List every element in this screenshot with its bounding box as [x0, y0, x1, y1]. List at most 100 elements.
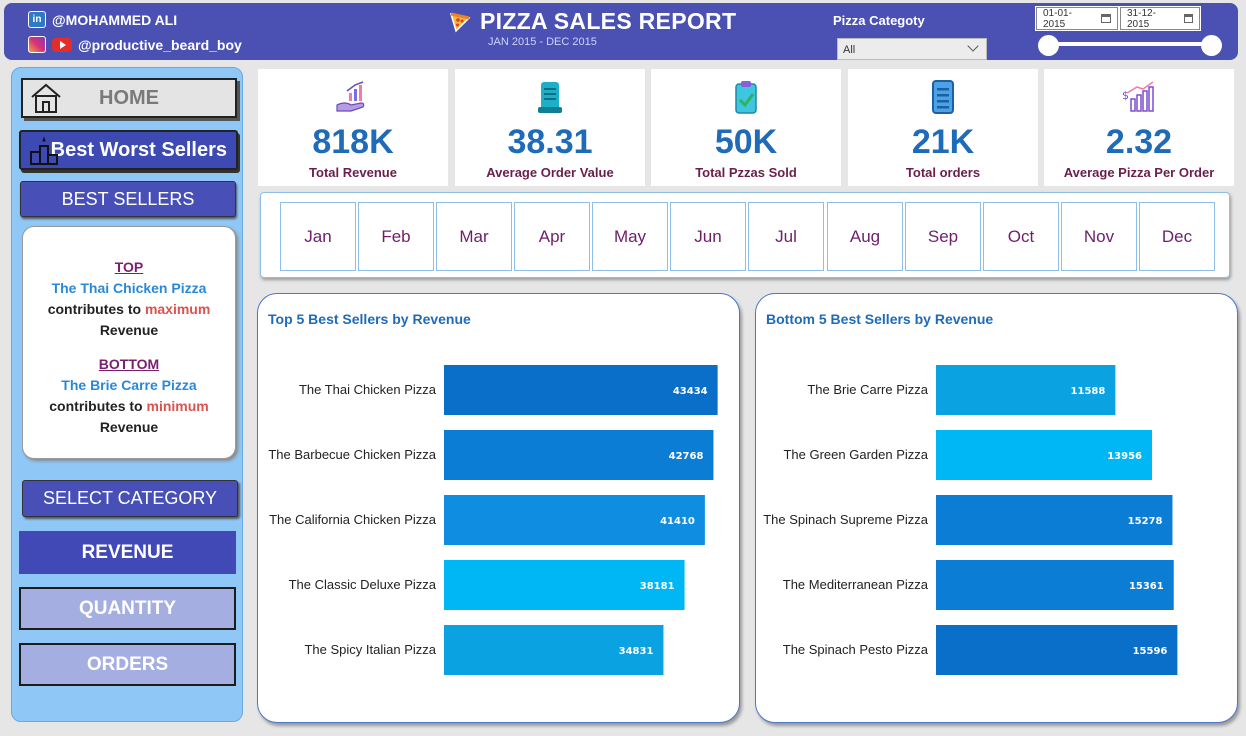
month-slicer: Jan Feb Mar Apr May Jun Jul Aug Sep Oct …	[260, 192, 1230, 278]
month-button-jan[interactable]: Jan	[280, 202, 356, 271]
document-icon	[932, 80, 954, 114]
best-sellers-label: BEST SELLERS	[61, 188, 195, 209]
kpi-card-total-orders: 21K Total orders	[848, 69, 1038, 186]
insight-top-heading: TOP	[114, 259, 144, 275]
kpi-card-average-pizza-per-order: $ 2.32 Average Pizza Per Order	[1044, 69, 1234, 186]
linkedin-handle: @MOHAMMED ALI	[52, 11, 178, 28]
category-label: The Brie Carre Pizza	[807, 382, 928, 397]
data-label: 11588	[1071, 386, 1106, 397]
data-label: 15596	[1133, 646, 1168, 657]
orders-button[interactable]: ORDERS	[19, 643, 236, 686]
kpi-value: 50K	[714, 123, 778, 161]
kpi-card-average-order-value: 38.31 Average Order Value	[455, 69, 645, 186]
data-label: 42768	[669, 451, 704, 462]
month-button-sep[interactable]: Sep	[905, 202, 981, 271]
insight-bottom-heading: BOTTOM	[98, 356, 160, 372]
receipt-icon	[538, 82, 562, 113]
podium-icon	[30, 136, 58, 165]
home-icon	[31, 83, 61, 113]
end-date-value: 31-12-2015	[1127, 7, 1156, 30]
top-sellers-bar-chart: The Thai Chicken Pizza 43434 The Barbecue …	[268, 365, 718, 675]
top-sellers-chart-card: Top 5 Best Sellers by Revenue The Thai C…	[257, 293, 740, 723]
bottom-sellers-chart-card: Bottom 5 Best Sellers by Revenue The Bri…	[755, 293, 1238, 723]
insight-bottom-pizza: The Brie Carre Pizza	[61, 377, 197, 393]
sidebar: HOME Best Worst Sellers BEST SELLERS TOP…	[11, 67, 243, 722]
category-label: The Classic Deluxe Pizza	[289, 577, 437, 592]
svg-text:$: $	[1122, 89, 1129, 102]
date-range-slider-track[interactable]	[1050, 42, 1212, 46]
best-worst-sellers-label: Best Worst Sellers	[50, 138, 227, 161]
calendar-icon[interactable]	[1101, 14, 1111, 23]
kpi-card-total-pizzas-sold: 50K Total Pzzas Sold	[651, 69, 841, 186]
revenue-button[interactable]: REVENUE	[19, 531, 236, 574]
month-button-jul[interactable]: Jul	[748, 202, 824, 271]
linkedin-icon[interactable]: in	[28, 11, 46, 28]
instagram-icon[interactable]	[28, 36, 46, 53]
select-category-button[interactable]: SELECT CATEGORY	[22, 480, 238, 517]
report-title-block: PIZZA SALES REPORT JAN 2015 - DEC 2015	[448, 8, 736, 48]
growth-chart-icon: $	[1122, 81, 1154, 112]
month-button-oct[interactable]: Oct	[983, 202, 1059, 271]
calendar-icon[interactable]	[1183, 14, 1193, 23]
bottom-sellers-bar-chart: The Brie Carre Pizza 11588 The Green Garde…	[763, 365, 1178, 675]
insight-bottom-metric: Revenue	[99, 419, 159, 435]
category-label: The Spicy Italian Pizza	[304, 642, 436, 657]
start-date-value: 01-01-2015	[1043, 7, 1072, 30]
revenue-icon	[336, 81, 365, 112]
category-dropdown-value: All	[843, 44, 856, 56]
social-row: @productive_beard_boy	[28, 36, 242, 53]
data-label: 38181	[640, 581, 675, 592]
quantity-label: QUANTITY	[78, 597, 177, 619]
kpi-value: 2.32	[1105, 123, 1173, 161]
insight-top-pizza: The Thai Chicken Pizza	[51, 280, 207, 296]
month-button-jun[interactable]: Jun	[670, 202, 746, 271]
month-button-dec[interactable]: Dec	[1139, 202, 1215, 271]
insight-top-metric: Revenue	[99, 322, 159, 338]
insight-top-highlight: maximum	[144, 301, 211, 317]
best-sellers-button[interactable]: BEST SELLERS	[20, 181, 236, 217]
kpi-label: Average Pizza Per Order	[1063, 165, 1215, 180]
pizza-slice-icon	[449, 12, 471, 32]
clipboard-check-icon	[735, 81, 757, 114]
category-dropdown[interactable]: All	[837, 38, 987, 60]
month-button-may[interactable]: May	[592, 202, 668, 271]
kpi-value: 21K	[911, 123, 975, 161]
select-category-label: SELECT CATEGORY	[42, 488, 218, 508]
youtube-icon[interactable]	[52, 37, 72, 52]
kpi-card-total-revenue: 818K Total Revenue	[258, 69, 448, 186]
linkedin-row: in @MOHAMMED ALI	[28, 11, 177, 28]
category-label: The Green Garden Pizza	[783, 447, 928, 462]
month-button-apr[interactable]: Apr	[514, 202, 590, 271]
insight-top-line: contributes to maximum	[23, 299, 235, 320]
category-label: The Thai Chicken Pizza	[299, 382, 437, 397]
month-button-nov[interactable]: Nov	[1061, 202, 1137, 271]
category-label: The Barbecue Chicken Pizza	[268, 447, 436, 462]
end-date-input[interactable]: 31-12-2015	[1119, 6, 1201, 31]
page-title: PIZZA SALES REPORT	[480, 8, 737, 34]
kpi-label: Total Pzzas Sold	[695, 165, 797, 180]
month-button-feb[interactable]: Feb	[358, 202, 434, 271]
category-filter-label: Pizza Categoty	[833, 13, 925, 28]
kpi-value: 818K	[312, 123, 394, 161]
insight-bottom-line: contributes to minimum	[23, 396, 235, 417]
date-range-subtitle: JAN 2015 - DEC 2015	[488, 36, 597, 48]
start-date-input[interactable]: 01-01-2015	[1035, 6, 1119, 31]
kpi-label: Total orders	[905, 165, 981, 180]
category-label: The Spinach Supreme Pizza	[763, 512, 929, 527]
insight-card: TOP The Thai Chicken Pizza contributes t…	[22, 226, 236, 459]
kpi-label: Total Revenue	[309, 165, 397, 180]
month-button-aug[interactable]: Aug	[827, 202, 903, 271]
quantity-button[interactable]: QUANTITY	[19, 587, 236, 630]
data-label: 43434	[673, 386, 708, 397]
orders-label: ORDERS	[86, 653, 169, 675]
header-bar: in @MOHAMMED ALI @productive_beard_boy P…	[4, 3, 1238, 60]
category-label: The California Chicken Pizza	[269, 512, 437, 527]
date-slider-start-handle[interactable]	[1038, 35, 1059, 56]
best-worst-sellers-button[interactable]: Best Worst Sellers	[19, 130, 238, 170]
data-label: 41410	[660, 516, 695, 527]
kpi-label: Average Order Value	[486, 165, 614, 180]
home-button[interactable]: HOME	[21, 78, 237, 118]
home-label: HOME	[99, 86, 159, 109]
month-button-mar[interactable]: Mar	[436, 202, 512, 271]
date-slider-end-handle[interactable]	[1201, 35, 1222, 56]
